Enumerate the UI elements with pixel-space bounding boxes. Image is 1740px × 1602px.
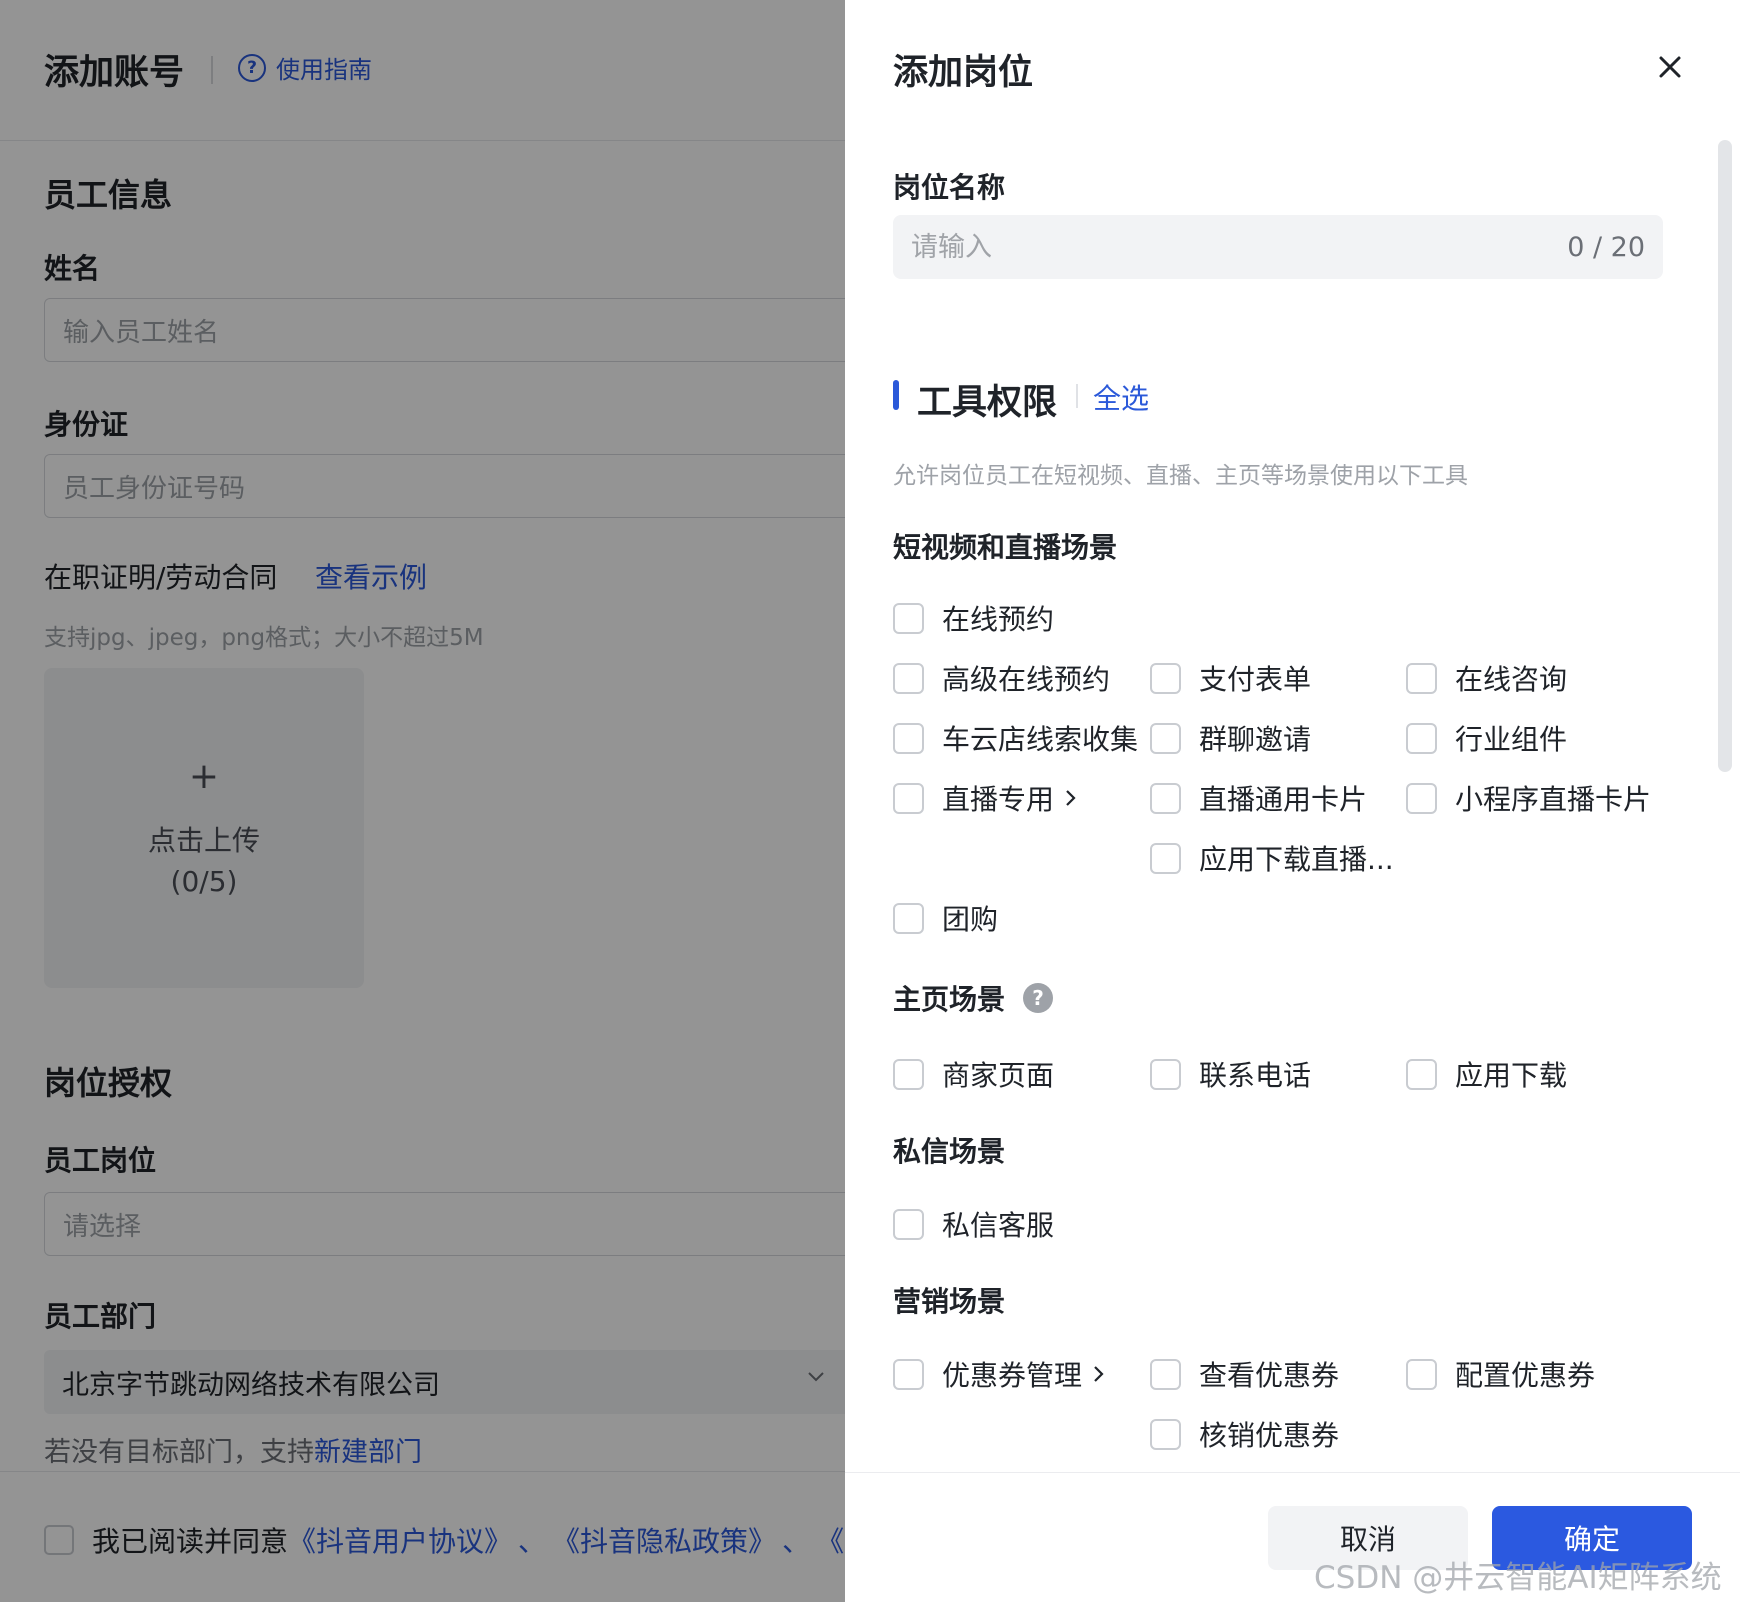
option-redeem-coupon[interactable]: 核销优惠券 — [1150, 1414, 1339, 1454]
checkbox[interactable] — [1150, 1058, 1181, 1090]
section-accent-bar — [893, 380, 899, 410]
close-icon — [1659, 56, 1681, 78]
checkbox[interactable] — [893, 1208, 924, 1240]
help-icon[interactable]: ? — [1023, 983, 1054, 1013]
option-coupon-management[interactable]: 优惠券管理 — [893, 1354, 1106, 1394]
checkbox[interactable] — [1406, 1058, 1437, 1090]
option-online-booking[interactable]: 在线预约 — [893, 598, 1054, 638]
option-contact-phone[interactable]: 联系电话 — [1150, 1054, 1311, 1094]
select-all-link[interactable]: 全选 — [1093, 377, 1149, 417]
add-position-drawer: 添加岗位 岗位名称 0 / 20 工具权限 全选 允许岗位员工在短视频、直播、主… — [845, 0, 1740, 1602]
group-title-homepage: 主页场景 ? — [893, 978, 1054, 1018]
option-live-dedicated[interactable]: 直播专用 — [893, 778, 1078, 818]
option-label: 小程序直播卡片 — [1455, 783, 1652, 816]
option-app-download[interactable]: 应用下载 — [1406, 1054, 1567, 1094]
checkbox[interactable] — [1406, 1358, 1437, 1390]
checkbox[interactable] — [893, 782, 924, 814]
option-label: 商家页面 — [942, 1059, 1055, 1092]
checkbox[interactable] — [893, 722, 924, 754]
checkbox[interactable] — [1150, 722, 1181, 754]
option-group-buy[interactable]: 团购 — [893, 898, 998, 938]
option-label: 在线咨询 — [1455, 663, 1568, 696]
group-title-homepage-label: 主页场景 — [893, 983, 1006, 1016]
checkbox[interactable] — [1406, 662, 1437, 694]
option-view-coupon[interactable]: 查看优惠券 — [1150, 1354, 1339, 1394]
drawer-title: 添加岗位 — [893, 53, 1034, 93]
option-label: 联系电话 — [1199, 1059, 1312, 1092]
tools-permission-heading: 工具权限 — [917, 383, 1058, 423]
checkbox[interactable] — [1150, 842, 1181, 874]
checkbox[interactable] — [1150, 782, 1181, 814]
position-name-input[interactable] — [911, 231, 1568, 263]
checkbox[interactable] — [1406, 722, 1437, 754]
option-app-download-live[interactable]: 应用下载直播... — [1150, 838, 1394, 878]
option-payment-form[interactable]: 支付表单 — [1150, 658, 1311, 698]
watermark: CSDN @井云智能AI矩阵系统 — [1314, 1560, 1722, 1596]
option-miniprogram-live-card[interactable]: 小程序直播卡片 — [1406, 778, 1651, 818]
modal-overlay[interactable] — [0, 0, 845, 1602]
chevron-right-icon[interactable] — [1092, 1364, 1106, 1384]
option-label: 支付表单 — [1199, 663, 1312, 696]
tools-description: 允许岗位员工在短视频、直播、主页等场景使用以下工具 — [893, 463, 1468, 489]
option-label: 应用下载直播... — [1199, 843, 1394, 876]
checkbox[interactable] — [893, 1358, 924, 1390]
checkbox[interactable] — [1406, 782, 1437, 814]
checkbox[interactable] — [893, 602, 924, 634]
scrollbar-thumb[interactable] — [1718, 140, 1732, 772]
option-label: 行业组件 — [1455, 723, 1568, 756]
checkbox[interactable] — [893, 902, 924, 934]
checkbox[interactable] — [1150, 662, 1181, 694]
chevron-right-icon[interactable] — [1064, 788, 1078, 808]
close-button[interactable] — [1653, 50, 1687, 84]
option-label: 优惠券管理 — [942, 1359, 1083, 1392]
checkbox[interactable] — [1150, 1418, 1181, 1450]
option-label: 团购 — [942, 903, 999, 936]
option-label: 直播专用 — [942, 783, 1055, 816]
option-label: 私信客服 — [942, 1209, 1055, 1242]
option-merchant-page[interactable]: 商家页面 — [893, 1054, 1054, 1094]
option-label: 应用下载 — [1455, 1059, 1568, 1092]
option-car-leads[interactable]: 车云店线索收集 — [893, 718, 1138, 758]
option-label: 群聊邀请 — [1199, 723, 1312, 756]
option-label: 配置优惠券 — [1455, 1359, 1596, 1392]
group-title-marketing: 营销场景 — [893, 1285, 1006, 1318]
option-label: 查看优惠券 — [1199, 1359, 1340, 1392]
group-title-private-message: 私信场景 — [893, 1135, 1006, 1168]
option-label: 核销优惠券 — [1199, 1419, 1340, 1452]
option-label: 直播通用卡片 — [1199, 783, 1368, 816]
option-online-consult[interactable]: 在线咨询 — [1406, 658, 1567, 698]
option-label: 车云店线索收集 — [942, 723, 1139, 756]
heading-divider — [1076, 384, 1078, 408]
position-name-field: 0 / 20 — [893, 215, 1663, 279]
option-configure-coupon[interactable]: 配置优惠券 — [1406, 1354, 1595, 1394]
position-name-label: 岗位名称 — [893, 171, 1006, 204]
option-label: 高级在线预约 — [942, 663, 1111, 696]
option-live-general-card[interactable]: 直播通用卡片 — [1150, 778, 1367, 818]
option-industry-component[interactable]: 行业组件 — [1406, 718, 1567, 758]
checkbox[interactable] — [1150, 1358, 1181, 1390]
option-group-invite[interactable]: 群聊邀请 — [1150, 718, 1311, 758]
option-advanced-booking[interactable]: 高级在线预约 — [893, 658, 1110, 698]
option-label: 在线预约 — [942, 603, 1055, 636]
option-dm-customer-service[interactable]: 私信客服 — [893, 1204, 1054, 1244]
group-title-video-live: 短视频和直播场景 — [893, 531, 1118, 564]
char-counter: 0 / 20 — [1567, 231, 1645, 263]
checkbox[interactable] — [893, 662, 924, 694]
checkbox[interactable] — [893, 1058, 924, 1090]
